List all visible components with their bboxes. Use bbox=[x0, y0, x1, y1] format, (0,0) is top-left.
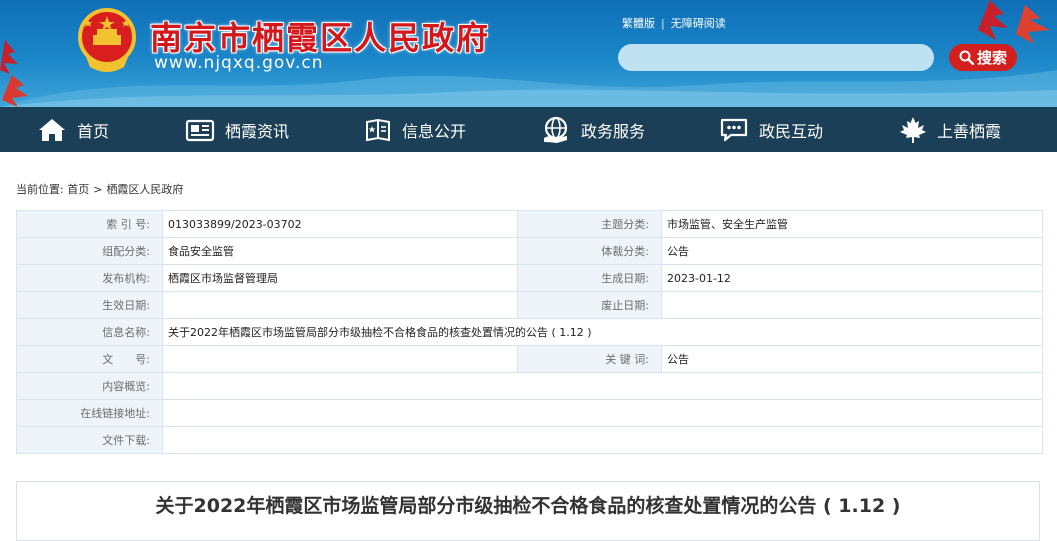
index-label: 索 引 号: bbox=[16, 210, 163, 238]
maple-leaves-left bbox=[0, 40, 28, 107]
info-name-label: 信息名称: bbox=[16, 318, 163, 346]
traditional-chinese-link[interactable]: 繁體版 bbox=[622, 17, 655, 30]
created-date-value: 2023-01-12 bbox=[661, 264, 1043, 292]
maple-leaves-right bbox=[978, 0, 1050, 44]
effective-date-value bbox=[162, 291, 518, 319]
summary-label: 内容概览: bbox=[16, 372, 163, 400]
table-row: 在线链接地址: bbox=[16, 399, 1043, 427]
category-value: 食品安全监管 bbox=[162, 237, 518, 265]
publisher-value: 栖霞区市场监督管理局 bbox=[162, 264, 518, 292]
document-meta-table: 索 引 号: 013033899/2023-03702 主题分类: 市场监管、安… bbox=[16, 210, 1043, 454]
genre-value: 公告 bbox=[661, 237, 1043, 265]
table-row: 生效日期: 废止日期: bbox=[16, 291, 1043, 319]
breadcrumb-separator: > bbox=[93, 183, 103, 196]
nav-item-home[interactable]: 首页 bbox=[37, 107, 109, 152]
effective-date-label: 生效日期: bbox=[16, 291, 163, 319]
site-url: www.njqxq.gov.cn bbox=[154, 53, 324, 73]
nav-item-interaction[interactable]: 政民互动 bbox=[719, 107, 823, 152]
file-download-label: 文件下载: bbox=[16, 426, 163, 454]
file-download-value[interactable] bbox=[162, 426, 1043, 454]
nav-item-label: 政民互动 bbox=[759, 121, 824, 141]
breadcrumb: 当前位置: 首页 > 栖霞区人民政府 bbox=[16, 181, 183, 197]
table-row: 发布机构: 栖霞区市场监督管理局 生成日期: 2023-01-12 bbox=[16, 264, 1043, 292]
site-header: 南京市栖霞区人民政府 www.njqxq.gov.cn 繁體版 | 无障碍阅读 搜索 bbox=[0, 0, 1057, 107]
article-container: 关于2022年栖霞区市场监管局部分市级抽检不合格食品的核查处置情况的公告 ( 1… bbox=[16, 481, 1040, 541]
doc-number-value bbox=[162, 345, 518, 373]
summary-value bbox=[162, 372, 1043, 400]
nav-item-label: 上善栖霞 bbox=[937, 121, 1002, 141]
search-button[interactable]: 搜索 bbox=[949, 44, 1017, 71]
category-label: 组配分类: bbox=[16, 237, 163, 265]
breadcrumb-prefix: 当前位置: bbox=[16, 183, 64, 196]
national-emblem-icon bbox=[78, 8, 136, 72]
table-row: 文 号: 关 键 词: 公告 bbox=[16, 345, 1043, 373]
created-date-label: 生成日期: bbox=[517, 264, 662, 292]
article-title: 关于2022年栖霞区市场监管局部分市级抽检不合格食品的核查处置情况的公告 ( 1… bbox=[155, 495, 901, 517]
main-nav: 首页 栖霞资讯 信息公开 政务服务 政民互动 上善栖霞 bbox=[0, 107, 1057, 152]
chat-icon bbox=[720, 118, 748, 141]
table-row: 文件下载: bbox=[16, 426, 1043, 454]
nav-item-label: 政务服务 bbox=[581, 121, 646, 141]
nav-item-label: 首页 bbox=[77, 121, 110, 141]
online-link-value[interactable] bbox=[162, 399, 1043, 427]
doc-number-label: 文 号: bbox=[16, 345, 163, 373]
nav-item-info-disclosure[interactable]: 信息公开 bbox=[364, 107, 466, 152]
nav-item-news[interactable]: 栖霞资讯 bbox=[185, 107, 289, 152]
info-name-value: 关于2022年栖霞区市场监管局部分市级抽检不合格食品的核查处置情况的公告 ( 1… bbox=[162, 318, 1043, 346]
service-icon bbox=[544, 116, 568, 143]
link-separator: | bbox=[661, 17, 665, 30]
table-row: 信息名称: 关于2022年栖霞区市场监管局部分市级抽检不合格食品的核查处置情况的… bbox=[16, 318, 1043, 346]
accessibility-link[interactable]: 无障碍阅读 bbox=[671, 17, 726, 30]
nav-item-gov-services[interactable]: 政务服务 bbox=[541, 107, 645, 152]
search-input[interactable] bbox=[618, 44, 934, 71]
info-icon bbox=[366, 118, 390, 141]
topic-label: 主题分类: bbox=[517, 210, 662, 238]
table-row: 内容概览: bbox=[16, 372, 1043, 400]
keyword-label: 关 键 词: bbox=[517, 345, 662, 373]
home-icon bbox=[39, 118, 65, 141]
publisher-label: 发布机构: bbox=[16, 264, 163, 292]
genre-label: 体裁分类: bbox=[517, 237, 662, 265]
index-value: 013033899/2023-03702 bbox=[162, 210, 518, 238]
search-icon bbox=[959, 50, 974, 65]
abolish-date-label: 废止日期: bbox=[517, 291, 662, 319]
nav-item-label: 栖霞资讯 bbox=[225, 121, 290, 141]
breadcrumb-district-gov[interactable]: 栖霞区人民政府 bbox=[106, 183, 183, 196]
breadcrumb-home[interactable]: 首页 bbox=[67, 183, 89, 196]
online-link-label: 在线链接地址: bbox=[16, 399, 163, 427]
news-icon bbox=[185, 119, 215, 141]
abolish-date-value bbox=[661, 291, 1043, 319]
keyword-value: 公告 bbox=[661, 345, 1043, 373]
nav-item-label: 信息公开 bbox=[402, 121, 467, 141]
maple-leaf-icon bbox=[900, 116, 926, 143]
nav-item-shangshan-qixia[interactable]: 上善栖霞 bbox=[899, 107, 1001, 152]
search-button-label: 搜索 bbox=[976, 50, 1007, 67]
table-row: 索 引 号: 013033899/2023-03702 主题分类: 市场监管、安… bbox=[16, 210, 1043, 238]
topic-value: 市场监管、安全生产监管 bbox=[661, 210, 1043, 238]
table-row: 组配分类: 食品安全监管 体裁分类: 公告 bbox=[16, 237, 1043, 265]
top-links: 繁體版 | 无障碍阅读 bbox=[622, 15, 726, 31]
